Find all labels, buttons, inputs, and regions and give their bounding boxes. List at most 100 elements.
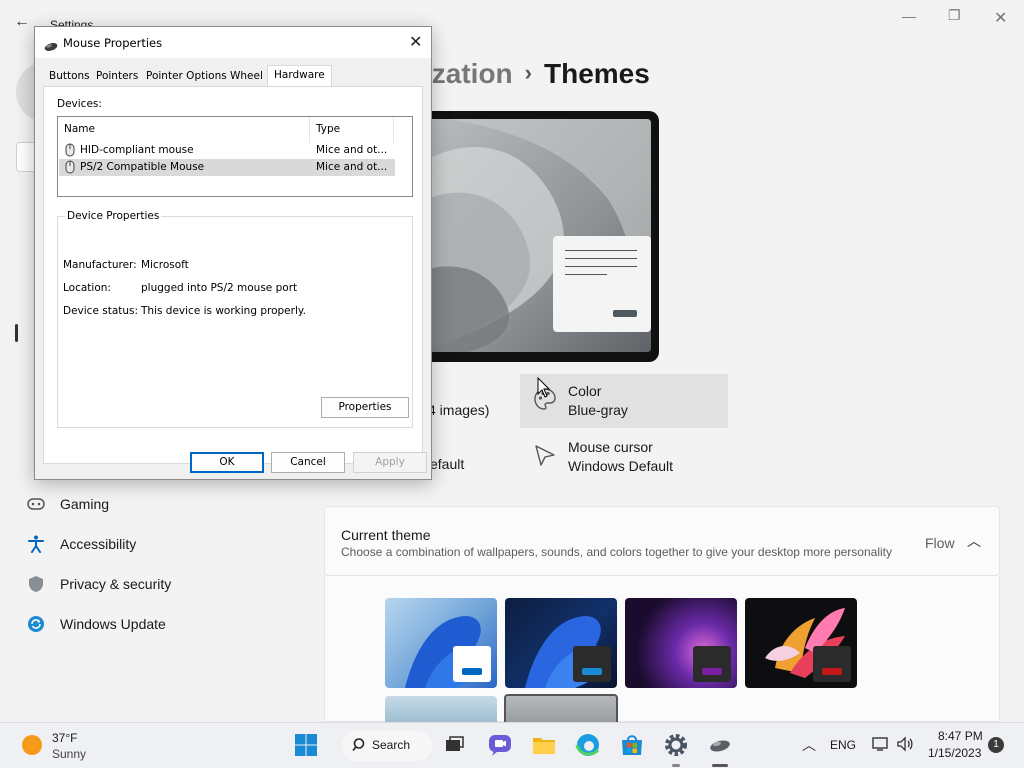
sidebar-item-label: Privacy & security <box>60 576 172 592</box>
taskbar-search-button[interactable]: Search <box>342 731 432 761</box>
page-title: Themes <box>544 58 650 89</box>
device-status-label: Device status: <box>63 305 139 317</box>
microsoft-store-icon[interactable] <box>618 731 646 759</box>
maximize-button[interactable]: ❐ <box>948 7 961 24</box>
tab-pointer-options[interactable]: Pointer Options <box>140 67 233 86</box>
back-arrow-icon[interactable]: ← <box>14 13 30 31</box>
weather-temperature[interactable]: 37°F <box>52 731 77 745</box>
ok-button[interactable]: OK <box>190 452 264 473</box>
sidebar-item-label: Gaming <box>60 496 110 512</box>
windows-start-icon[interactable] <box>292 731 320 759</box>
tab-buttons[interactable]: Buttons <box>43 67 96 86</box>
device-row-selected[interactable]: PS/2 Compatible Mouse Mice and ot... <box>59 159 395 176</box>
theme-thumbnail-flow-selected[interactable] <box>504 694 618 722</box>
tab-pointers[interactable]: Pointers <box>90 67 144 86</box>
device-name: HID-compliant mouse <box>80 144 194 156</box>
current-theme-description: Choose a combination of wallpapers, soun… <box>341 545 892 559</box>
theme-swatch <box>573 646 611 682</box>
devices-list[interactable]: Name Type HID-compliant mouse Mice and o… <box>57 116 413 197</box>
properties-button[interactable]: Properties <box>321 397 409 418</box>
background-tile-partial-value: 4 images) <box>428 402 490 418</box>
theme-thumbnail-light-bloom[interactable] <box>385 598 497 688</box>
chevron-up-icon[interactable]: ︿ <box>802 735 816 755</box>
dialog-title: Mouse Properties <box>63 36 163 50</box>
current-theme-row[interactable]: Current theme Choose a combination of wa… <box>324 506 1000 576</box>
shield-icon <box>26 574 46 594</box>
cursor-arrow-icon <box>532 442 558 468</box>
edge-browser-icon[interactable] <box>574 731 602 759</box>
search-icon <box>352 737 368 758</box>
device-status-value: This device is working properly. <box>141 305 306 317</box>
sidebar-item-label: Windows Update <box>60 616 166 632</box>
cancel-button[interactable]: Cancel <box>271 452 345 473</box>
theme-thumbnail-dark-bloom[interactable] <box>505 598 617 688</box>
task-view-icon[interactable] <box>440 731 468 759</box>
theme-preview <box>420 111 659 362</box>
tab-wheel[interactable]: Wheel <box>224 67 269 86</box>
device-row[interactable]: HID-compliant mouse Mice and ot... <box>59 142 395 159</box>
mouse-cursor-tile[interactable]: Mouse cursor Windows Default <box>520 430 728 484</box>
device-name: PS/2 Compatible Mouse <box>80 161 205 173</box>
mouse-icon <box>44 37 58 56</box>
theme-thumbnail-glow[interactable] <box>625 598 737 688</box>
file-explorer-icon[interactable] <box>530 731 558 759</box>
close-button[interactable]: ✕ <box>994 8 1007 28</box>
chat-icon[interactable] <box>486 731 514 759</box>
color-tile-title: Color <box>568 383 602 399</box>
update-icon <box>26 614 46 634</box>
theme-swatch <box>453 646 491 682</box>
column-header-name[interactable]: Name <box>58 117 310 143</box>
sidebar-selection-indicator <box>15 324 18 342</box>
settings-gear-icon[interactable] <box>662 731 690 759</box>
mouse-cursor-tile-value: Windows Default <box>568 458 674 474</box>
mouse-pointer-icon <box>537 377 551 398</box>
tab-hardware[interactable]: Hardware <box>267 65 332 87</box>
sidebar-item-windows-update[interactable]: Windows Update <box>26 604 296 644</box>
manufacturer-label: Manufacturer: <box>63 259 137 271</box>
mouse-app-active-indicator <box>712 764 728 767</box>
breadcrumb-separator: › <box>524 60 532 85</box>
dialog-close-icon[interactable]: ✕ <box>409 32 422 51</box>
weather-description[interactable]: Sunny <box>52 747 86 761</box>
breadcrumb-parent[interactable]: ization <box>424 58 513 89</box>
column-header-type[interactable]: Type <box>310 117 394 143</box>
preview-window <box>553 236 651 332</box>
theme-thumbnail-captured-motion[interactable] <box>745 598 857 688</box>
clock-time[interactable]: 8:47 PM <box>938 729 983 743</box>
volume-icon[interactable] <box>896 736 914 757</box>
mouse-taskbar-icon[interactable] <box>706 731 734 759</box>
theme-thumbnail-lake[interactable] <box>385 696 497 722</box>
device-type: Mice and ot... <box>316 144 388 156</box>
dialog-titlebar: Mouse Properties ✕ <box>35 27 431 58</box>
sidebar-item-privacy[interactable]: Privacy & security <box>26 564 296 604</box>
taskbar: 37°F Sunny Search ︿ ENG 8:47 PM 1/15/202… <box>0 722 1024 768</box>
chevron-up-icon[interactable]: ︿ <box>967 531 981 551</box>
color-tile[interactable]: Color Blue-gray <box>520 374 728 428</box>
sidebar-nav: Gaming Accessibility Privacy & security … <box>26 484 296 644</box>
mouse-device-icon <box>65 143 75 160</box>
notification-badge[interactable]: 1 <box>988 737 1004 753</box>
sidebar-item-gaming[interactable]: Gaming <box>26 484 296 524</box>
theme-swatch <box>813 646 851 682</box>
manufacturer-value: Microsoft <box>141 259 189 271</box>
settings-running-indicator <box>672 764 680 767</box>
sun-icon[interactable] <box>22 735 42 755</box>
search-label: Search <box>372 738 411 752</box>
preview-accent-button <box>613 310 637 317</box>
network-icon[interactable] <box>872 736 890 757</box>
current-theme-value: Flow <box>925 535 955 551</box>
apply-button[interactable]: Apply <box>353 452 427 473</box>
breadcrumb: ization › Themes <box>424 58 650 90</box>
devices-label: Devices: <box>57 98 102 110</box>
theme-swatch <box>693 646 731 682</box>
sidebar-item-accessibility[interactable]: Accessibility <box>26 524 296 564</box>
hardware-panel: Devices: Name Type HID-compliant mouse M… <box>43 86 423 464</box>
clock-date[interactable]: 1/15/2023 <box>928 746 981 760</box>
device-properties-title: Device Properties <box>65 210 162 222</box>
theme-preview-wallpaper <box>428 119 651 352</box>
location-label: Location: <box>63 282 111 294</box>
color-tile-value: Blue-gray <box>568 402 628 418</box>
gamepad-icon <box>26 494 46 514</box>
language-indicator[interactable]: ENG <box>830 738 856 752</box>
minimize-button[interactable]: — <box>902 8 916 24</box>
